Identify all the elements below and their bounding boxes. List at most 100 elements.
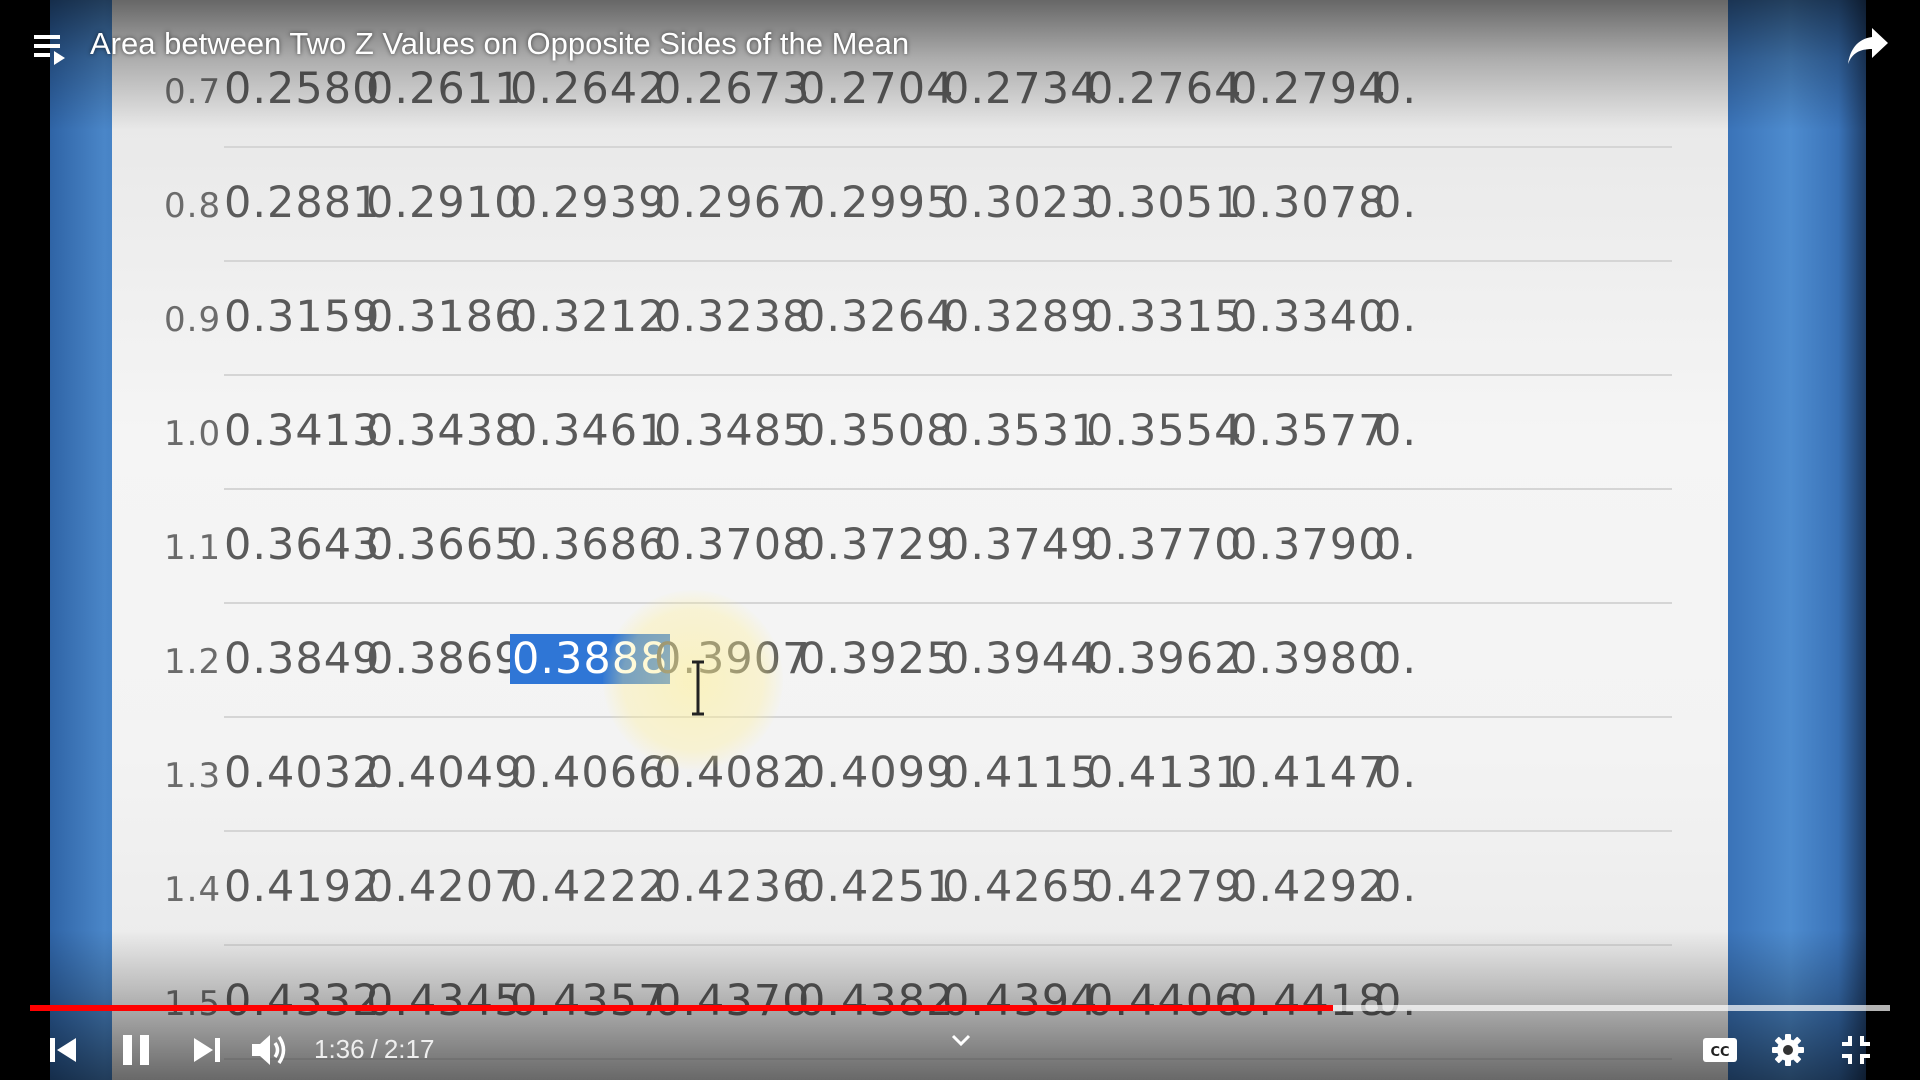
table-cell[interactable]: 0.3980 [1230, 634, 1386, 684]
table-cell[interactable]: 0. [1374, 178, 1417, 228]
table-cell[interactable]: 0.4207 [366, 862, 522, 912]
share-icon[interactable] [1846, 26, 1890, 66]
captions-button[interactable]: CC [1698, 1028, 1742, 1072]
table-cell[interactable]: 0.4292 [1230, 862, 1386, 912]
table-cell[interactable]: 0.3159 [224, 292, 380, 342]
table-cell[interactable]: 0.3289 [942, 292, 1098, 342]
skip-next-icon [194, 1038, 220, 1062]
table-cell[interactable]: 0.4099 [798, 748, 954, 798]
table-cell[interactable]: 0.3944 [942, 634, 1098, 684]
table-cell[interactable]: 0. [1374, 634, 1417, 684]
table-cell[interactable]: 0.4049 [366, 748, 522, 798]
exit-fullscreen-button[interactable] [1834, 1028, 1878, 1072]
pause-icon [123, 1035, 149, 1065]
table-cell[interactable]: 0.4279 [1086, 862, 1242, 912]
table-cell[interactable]: 0.2881 [224, 178, 380, 228]
pause-button[interactable] [114, 1028, 158, 1072]
previous-button[interactable] [42, 1028, 86, 1072]
table-cell[interactable]: 0.3051 [1086, 178, 1242, 228]
table-cell[interactable]: 0.2995 [798, 178, 954, 228]
table-cell[interactable]: 0.3643 [224, 520, 380, 570]
table-cell[interactable]: 0.3531 [942, 406, 1098, 456]
table-cell[interactable]: 0. [1374, 862, 1417, 912]
table-cell[interactable]: 0.3023 [942, 178, 1098, 228]
table-cell[interactable]: 0. [1374, 976, 1417, 1026]
table-row: 0.9 0.3159 0.3186 0.3212 0.3238 0.3264 0.3289 0… [160, 262, 1672, 376]
table-cell[interactable]: 0.4382 [798, 976, 954, 1026]
table-cell[interactable]: 0.4345 [366, 976, 522, 1026]
table-cell[interactable]: 0.3413 [224, 406, 380, 456]
table-cell[interactable]: 0.2910 [366, 178, 522, 228]
exit-fullscreen-icon [1842, 1036, 1870, 1064]
table-cell[interactable]: 0. [1374, 292, 1417, 342]
volume-button[interactable] [248, 1028, 292, 1072]
table-cell[interactable]: 0.4251 [798, 862, 954, 912]
table-cell[interactable]: 0.3315 [1086, 292, 1242, 342]
table-cell[interactable]: 0. [1374, 406, 1417, 456]
time-display: 1:36/2:17 [314, 1034, 434, 1065]
table-row: 0.8 0.2881 0.2910 0.2939 0.2967 0.2995 0.3023 0… [160, 148, 1672, 262]
table-cell[interactable]: 0.3238 [654, 292, 810, 342]
z-value-label: 0.8 [164, 186, 222, 226]
table-cell[interactable]: 0.3461 [510, 406, 666, 456]
table-cell[interactable]: 0.3770 [1086, 520, 1242, 570]
table-cell[interactable]: 0.3186 [366, 292, 522, 342]
playlist-icon[interactable] [34, 32, 68, 66]
next-button[interactable] [184, 1028, 228, 1072]
table-cell[interactable]: 0.3749 [942, 520, 1098, 570]
table-cell[interactable]: 0.3962 [1086, 634, 1242, 684]
z-table: 0.7 0.2580 0.2611 0.2642 0.2673 0.2704 0.2734 0… [160, 34, 1672, 1060]
title-bar: Area between Two Z Values on Opposite Si… [0, 0, 1920, 90]
table-cell[interactable]: 0.3212 [510, 292, 666, 342]
z-value-label: 1.4 [164, 870, 222, 910]
video-title[interactable]: Area between Two Z Values on Opposite Si… [90, 26, 909, 62]
table-cell[interactable]: 0.3264 [798, 292, 954, 342]
chevron-down-icon[interactable] [950, 1032, 972, 1050]
table-cell[interactable]: 0.3849 [224, 634, 380, 684]
table-cell[interactable]: 0.3485 [654, 406, 810, 456]
table-cell[interactable]: 0. [1374, 748, 1417, 798]
table-cell[interactable]: 0.4032 [224, 748, 380, 798]
current-time: 1:36 [314, 1034, 365, 1064]
table-cell[interactable]: 0.4192 [224, 862, 380, 912]
table-cell[interactable]: 0. [1374, 520, 1417, 570]
table-cell[interactable]: 0.3925 [798, 634, 954, 684]
table-row: 1.20.38490.38690.38880.39070.39250.39440… [160, 604, 1672, 718]
table-cell[interactable]: 0.3869 [366, 634, 522, 684]
table-cell[interactable]: 0.2967 [654, 178, 810, 228]
table-cell[interactable]: 0.4418 [1230, 976, 1386, 1026]
table-cell[interactable]: 0.4066 [510, 748, 666, 798]
settings-button[interactable] [1766, 1028, 1810, 1072]
table-cell[interactable]: 0.4115 [942, 748, 1098, 798]
table-cell[interactable]: 0.3078 [1230, 178, 1386, 228]
table-cell[interactable]: 0.3729 [798, 520, 954, 570]
video-frame-right-border [1728, 0, 1866, 1080]
table-cell[interactable]: 0.4131 [1086, 748, 1242, 798]
table-cell[interactable]: 0.4370 [654, 976, 810, 1026]
z-value-label: 1.3 [164, 756, 222, 796]
video-player[interactable]: 0.7 0.2580 0.2611 0.2642 0.2673 0.2704 0.2734 0… [0, 0, 1920, 1080]
table-cell[interactable]: 0.4406 [1086, 976, 1242, 1026]
table-cell[interactable]: 0.4332 [224, 976, 380, 1026]
progress-played [30, 1005, 1334, 1011]
table-cell[interactable]: 0.3790 [1230, 520, 1386, 570]
table-cell[interactable]: 0.3708 [654, 520, 810, 570]
table-cell[interactable]: 0.3438 [366, 406, 522, 456]
table-cell[interactable]: 0.4357 [510, 976, 666, 1026]
table-cell[interactable]: 0.4394 [942, 976, 1098, 1026]
control-bar: 1:36/2:17 CC [0, 1020, 1920, 1076]
table-cell[interactable]: 0.3686 [510, 520, 666, 570]
table-cell[interactable]: 0.3508 [798, 406, 954, 456]
table-cell[interactable]: 0.3340 [1230, 292, 1386, 342]
table-cell[interactable]: 0.4265 [942, 862, 1098, 912]
table-cell[interactable]: 0.3577 [1230, 406, 1386, 456]
table-cell[interactable]: 0.4147 [1230, 748, 1386, 798]
progress-bar[interactable] [30, 1005, 1890, 1011]
table-cell[interactable]: 0.3554 [1086, 406, 1242, 456]
gear-icon [1772, 1034, 1804, 1066]
z-value-label: 1.2 [164, 642, 222, 682]
table-cell[interactable]: 0.4236 [654, 862, 810, 912]
table-cell[interactable]: 0.2939 [510, 178, 666, 228]
table-cell[interactable]: 0.4222 [510, 862, 666, 912]
table-cell[interactable]: 0.3665 [366, 520, 522, 570]
